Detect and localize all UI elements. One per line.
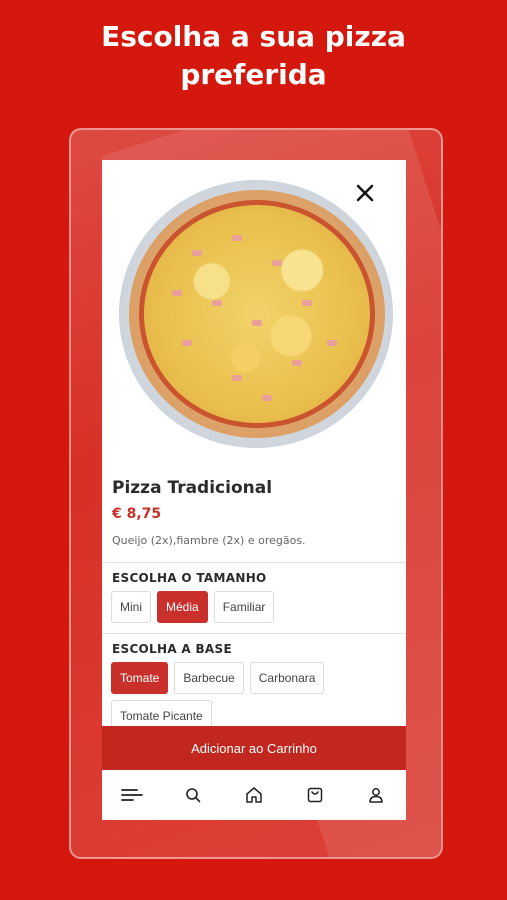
home-icon xyxy=(246,787,262,803)
add-to-cart-button[interactable]: Adicionar ao Carrinho xyxy=(102,726,406,770)
product-description: Queijo (2x),fiambre (2x) e oregãos. xyxy=(112,534,306,547)
divider xyxy=(102,562,406,563)
divider xyxy=(102,633,406,634)
base-section-title: ESCOLHA A BASE xyxy=(112,642,232,656)
base-options: Tomate Barbecue Carbonara Tomate Picante xyxy=(111,662,401,732)
nav-cart-button[interactable] xyxy=(300,780,330,810)
search-icon xyxy=(186,788,201,803)
promo-title-line2: preferida xyxy=(180,58,327,91)
close-icon xyxy=(356,184,374,202)
nav-home-button[interactable] xyxy=(239,780,269,810)
close-button[interactable] xyxy=(352,182,378,208)
app-screen: Pizza Tradicional € 8,75 Queijo (2x),fia… xyxy=(102,160,406,820)
base-option-carbonara[interactable]: Carbonara xyxy=(249,662,325,694)
product-price: € 8,75 xyxy=(112,506,162,522)
nav-user-button[interactable] xyxy=(361,780,391,810)
bottom-nav xyxy=(102,770,406,820)
size-option-media[interactable]: Média xyxy=(157,591,208,623)
menu-icon xyxy=(121,789,144,801)
size-option-familiar[interactable]: Familiar xyxy=(213,591,275,623)
product-image xyxy=(102,160,406,460)
base-option-tomate[interactable]: Tomate xyxy=(111,662,169,694)
base-option-barbecue[interactable]: Barbecue xyxy=(174,662,244,694)
cart-icon xyxy=(307,787,323,803)
nav-menu-button[interactable] xyxy=(117,780,147,810)
pizza-photo xyxy=(144,205,370,423)
size-section-title: ESCOLHA O TAMANHO xyxy=(112,571,267,585)
size-option-mini[interactable]: Mini xyxy=(111,591,152,623)
product-name: Pizza Tradicional xyxy=(112,478,273,498)
promo-title-line1: Escolha a sua pizza xyxy=(101,20,406,53)
nav-search-button[interactable] xyxy=(178,780,208,810)
size-options: Mini Média Familiar xyxy=(111,591,401,623)
user-icon xyxy=(368,788,383,803)
promo-title: Escolha a sua pizza preferida xyxy=(0,18,507,94)
